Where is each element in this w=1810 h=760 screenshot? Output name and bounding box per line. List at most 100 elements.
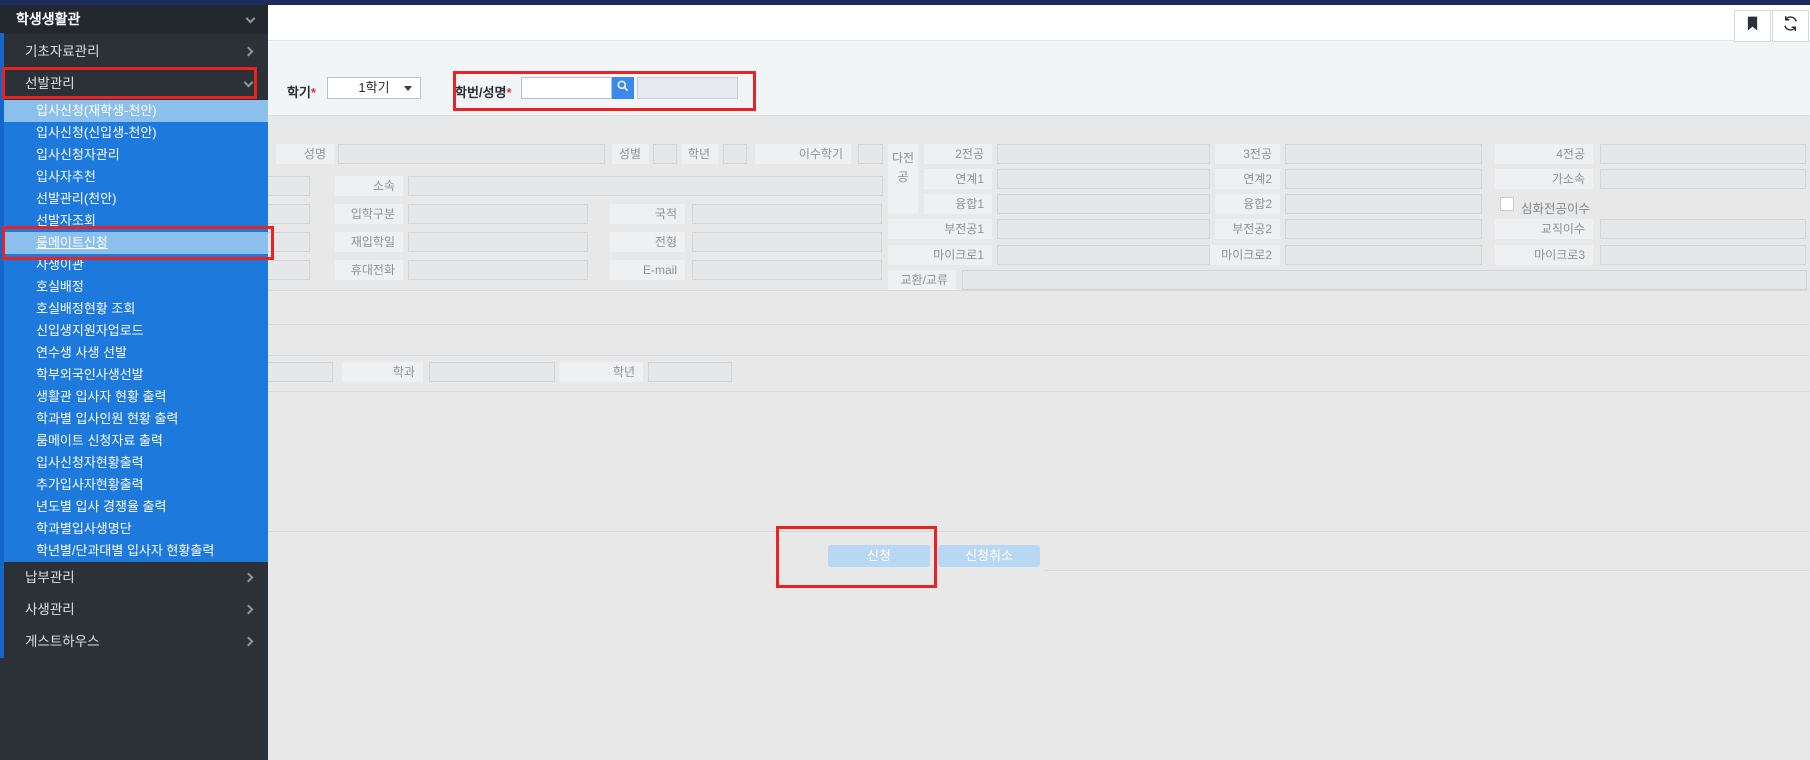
top-navy-strip	[0, 0, 1810, 5]
submenu-item-applicant-mgmt[interactable]: 입사신청자관리	[0, 144, 268, 166]
submenu-item-yearly-ratio-print[interactable]: 년도별 입사 경쟁율 출력	[0, 496, 268, 518]
department-label: 학과	[342, 362, 423, 382]
readmission-date-label: 재입학일	[335, 232, 403, 252]
submenu-item-room-assignment[interactable]: 호실배정	[0, 276, 268, 298]
grade2-label: 학년	[559, 362, 643, 382]
fusion1-label: 융합1	[924, 194, 992, 214]
minor1-label: 부전공1	[888, 219, 992, 239]
grade2-field	[648, 362, 732, 382]
submenu-item-freshman-upload[interactable]: 신입생지원자업로드	[0, 320, 268, 342]
temp-affiliation-label: 가소속	[1495, 169, 1593, 189]
refresh-button[interactable]	[1772, 10, 1809, 42]
divider	[268, 324, 1810, 325]
chevron-right-icon	[244, 47, 254, 57]
submenu-item-trainee-selection[interactable]: 연수생 사생 선발	[0, 342, 268, 364]
semester-label: 학기*	[287, 82, 316, 101]
submenu-item-foreign-selection[interactable]: 학부외국인사생선발	[0, 364, 268, 386]
admission-type-field	[408, 204, 588, 224]
admission-type-label: 입학구분	[335, 204, 403, 224]
completed-terms-field	[858, 144, 883, 164]
major3-field	[1285, 144, 1482, 164]
semester-select[interactable]: 1학기	[327, 77, 421, 99]
screening-field	[692, 232, 882, 252]
app-window: 학기* 1학기 학번/성명* 성명 성별 학년 이수학기 소속 입학구분 국적 …	[0, 0, 1810, 760]
submenu-item-dept-count-print[interactable]: 학과별 입사인원 현황 출력	[0, 408, 268, 430]
email-label: E-mail	[610, 260, 685, 280]
micro1-field	[997, 245, 1210, 265]
sidebar-item-guesthouse[interactable]: 게스트하우스	[0, 626, 268, 658]
department-field	[429, 362, 555, 382]
bookmark-icon	[1746, 16, 1759, 37]
multi-major-label: 다전공	[888, 144, 918, 214]
fusion2-label: 융합2	[1215, 194, 1280, 214]
chevron-right-icon	[244, 605, 254, 615]
divider	[268, 355, 1810, 356]
grade-field	[723, 144, 747, 164]
nationality-label: 국적	[610, 204, 685, 224]
submenu-item-applicant-status-print[interactable]: 입사신청자현황출력	[0, 452, 268, 474]
annotation-box-idname-search	[453, 71, 756, 111]
minor2-field	[1285, 219, 1482, 239]
chevron-down-icon	[246, 14, 256, 24]
sidebar-title[interactable]: 학생생활관	[0, 5, 268, 34]
temp-affiliation-field	[1600, 169, 1806, 189]
name-field	[338, 144, 605, 164]
major4-label: 4전공	[1495, 144, 1593, 164]
gender-field	[653, 144, 677, 164]
cancel-apply-button[interactable]: 신청취소	[938, 545, 1040, 567]
required-asterisk: *	[311, 85, 316, 100]
submenu-item-room-assignment-status[interactable]: 호실배정현황 조회	[0, 298, 268, 320]
submenu-item-extra-resident-print[interactable]: 추가입사자현황출력	[0, 474, 268, 496]
refresh-icon	[1782, 15, 1799, 37]
submenu-item-resident-recommend[interactable]: 입사자추천	[0, 166, 268, 188]
sidebar-item-resident-mgmt[interactable]: 사생관리	[0, 594, 268, 626]
nationality-field	[692, 204, 882, 224]
exchange-field	[962, 270, 1807, 290]
chevron-right-icon	[244, 637, 254, 647]
minor1-field	[997, 219, 1210, 239]
divider	[1045, 570, 1810, 571]
bookmark-button[interactable]	[1734, 10, 1771, 42]
submenu-item-grade-college-status[interactable]: 학년별/단과대별 입사자 현황출력	[0, 540, 268, 562]
micro3-field	[1600, 245, 1806, 265]
teaching-cert-label: 교직이수	[1495, 219, 1593, 239]
completed-terms-label: 이수학기	[755, 144, 851, 164]
sidebar-accent-bar	[0, 33, 4, 658]
chevron-right-icon	[244, 573, 254, 583]
annotation-box-selection-mgmt	[2, 67, 257, 99]
minor2-label: 부전공2	[1215, 219, 1280, 239]
mobile-label: 휴대전화	[335, 260, 403, 280]
submenu-item-dept-resident-list[interactable]: 학과별입사생명단	[0, 518, 268, 540]
sidebar-item-basic-data[interactable]: 기초자료관리	[0, 36, 268, 68]
divider	[268, 391, 1810, 392]
selection-submenu: 입사신청(재학생-천안) 입사신청(신입생-천안) 입사신청자관리 입사자추천 …	[0, 100, 268, 562]
teaching-cert-field	[1600, 219, 1806, 239]
intensive-major-checkbox[interactable]	[1500, 197, 1514, 211]
submenu-item-roommate-data-print[interactable]: 룸메이트 신청자료 출력	[0, 430, 268, 452]
micro3-label: 마이크로3	[1495, 245, 1593, 265]
intensive-major-checkbox-label: 심화전공이수	[1521, 198, 1590, 217]
submenu-item-resident-status-print[interactable]: 생활관 입사자 현황 출력	[0, 386, 268, 408]
major2-label: 2전공	[924, 144, 992, 164]
divider	[268, 531, 1810, 532]
top-header-band	[0, 5, 1810, 41]
micro1-label: 마이크로1	[888, 245, 992, 265]
major3-label: 3전공	[1215, 144, 1280, 164]
affiliation-label: 소속	[335, 176, 403, 196]
major4-field	[1600, 144, 1806, 164]
linked1-field	[997, 169, 1210, 189]
fusion1-field	[997, 194, 1210, 214]
gender-label: 성별	[612, 144, 649, 164]
submenu-item-apply-new-cheonan[interactable]: 입사신청(신입생-천안)	[0, 122, 268, 144]
submenu-item-apply-current-cheonan[interactable]: 입사신청(재학생-천안)	[0, 100, 268, 122]
dropdown-caret-icon	[404, 86, 412, 91]
sidebar-item-payment-mgmt[interactable]: 납부관리	[0, 562, 268, 594]
grade-label: 학년	[682, 144, 718, 164]
linked1-label: 연계1	[924, 169, 992, 189]
linked2-field	[1285, 169, 1482, 189]
micro2-field	[1285, 245, 1482, 265]
fusion2-field	[1285, 194, 1482, 214]
micro2-label: 마이크로2	[1210, 245, 1280, 265]
submenu-item-selection-cheonan[interactable]: 선발관리(천안)	[0, 188, 268, 210]
screening-label: 전형	[610, 232, 685, 252]
